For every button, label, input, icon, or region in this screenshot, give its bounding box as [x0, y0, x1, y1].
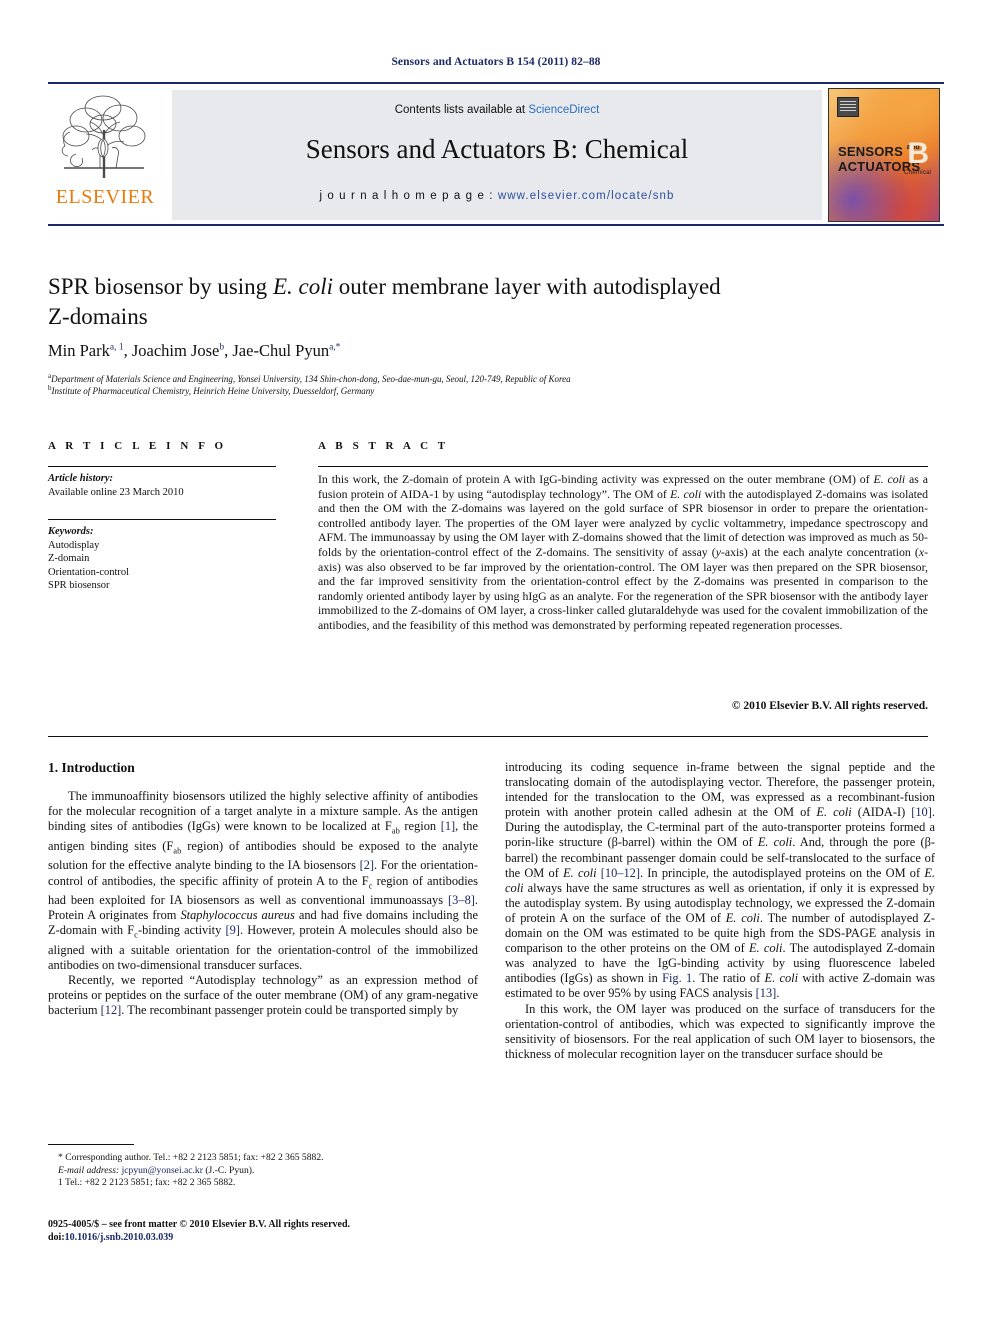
journal-masthead: ELSEVIER Contents lists available at Sci… [48, 82, 944, 226]
masthead-banner: Contents lists available at ScienceDirec… [172, 90, 822, 220]
copyright-line: © 2010 Elsevier B.V. All rights reserved… [731, 700, 928, 712]
imprint-block: 0925-4005/$ – see front matter © 2010 El… [48, 1218, 488, 1244]
cover-line1-text: SENSORS [838, 144, 903, 159]
author-list: Min Parka, 1, Joachim Joseb, Jae-Chul Py… [48, 341, 341, 360]
doi-link[interactable]: 10.1016/j.snb.2010.03.039 [65, 1232, 174, 1243]
title-line-2: Z-domains [48, 304, 148, 329]
author-2-sup: b [219, 342, 225, 353]
imprint-issn-line: 0925-4005/$ – see front matter © 2010 El… [48, 1219, 351, 1230]
running-head: Sensors and Actuators B 154 (2011) 82–88 [391, 56, 601, 68]
article-history-label: Article history: [48, 473, 114, 484]
author-3-sup: a,* [329, 342, 341, 353]
footnotes-block: * Corresponding author. Tel.: +82 2 2123… [48, 1152, 478, 1190]
body-column-left: 1. Introduction The immunoaffinity biose… [48, 760, 478, 1018]
email-label: E-mail address: [58, 1164, 120, 1176]
footnote-rule [48, 1144, 134, 1145]
cover-subtitle: Chemical [903, 169, 931, 176]
abstract-rule-top [318, 466, 928, 467]
page-title: SPR biosensor by using E. coli outer mem… [48, 272, 928, 332]
author-3-name: Jae-Chul Pyun [232, 341, 330, 360]
keyword-item: SPR biosensor [48, 580, 110, 591]
author-1-name: Min Park [48, 341, 110, 360]
email-link[interactable]: jcpyun@yonsei.ac.kr [122, 1165, 203, 1176]
doi-label: doi: [48, 1232, 65, 1243]
abstract-rule-bottom [48, 736, 928, 737]
affiliation-b-text: Institute of Pharmaceutical Chemistry, H… [51, 386, 375, 396]
homepage-url-link[interactable]: www.elsevier.com/locate/snb [498, 190, 675, 202]
author-2: Joachim Joseb [132, 341, 224, 360]
paper-page: Sensors and Actuators B 154 (2011) 82–88 [0, 0, 992, 1323]
contents-prefix: Contents lists available at [394, 104, 529, 116]
keyword-item: Autodisplay [48, 539, 100, 551]
elsevier-logo: ELSEVIER [52, 90, 156, 218]
email-note: E-mail address: jcpyun@yonsei.ac.kr (J.-… [48, 1165, 478, 1178]
sciencedirect-link[interactable]: ScienceDirect [528, 104, 599, 116]
affiliation-b: bInstitute of Pharmaceutical Chemistry, … [48, 382, 928, 397]
paragraph: In this work, the OM layer was produced … [505, 1001, 935, 1061]
journal-title: Sensors and Actuators B: Chemical [305, 134, 689, 164]
title-part-2: outer membrane layer with autodisplayed [332, 274, 721, 299]
keyword-item: Orientation-control [48, 566, 130, 578]
info-rule-mid [48, 519, 276, 520]
article-history-block: Article history: Available online 23 Mar… [48, 472, 288, 499]
email-suffix: (J.-C. Pyun). [205, 1164, 255, 1176]
keywords-label: Keywords: [48, 526, 94, 537]
elsevier-mark-icon [837, 97, 859, 117]
title-italic-species: E. coli [272, 274, 333, 299]
author-2-name: Joachim Jose [131, 341, 220, 360]
homepage-label: j o u r n a l h o m e p a g e : [319, 190, 494, 202]
author-1-sup: a, 1 [109, 342, 124, 353]
elsevier-tree-icon [61, 95, 146, 178]
body-column-right: introducing its coding sequence in-frame… [505, 760, 935, 1062]
author-3: Jae-Chul Pyuna,* [232, 341, 340, 360]
corresponding-author-note: * Corresponding author. Tel.: +82 2 2123… [58, 1152, 324, 1163]
keyword-item: Z-domain [48, 553, 90, 564]
article-info-heading: A R T I C L E I N F O [48, 440, 227, 452]
journal-cover-thumbnail: SENSORS and ACTUATORS B Chemical [828, 88, 940, 222]
contents-available-line: Contents lists available at ScienceDirec… [172, 104, 822, 116]
abstract-text: In this work, the Z-domain of protein A … [318, 472, 929, 632]
paragraph: Recently, we reported “Autodisplay techn… [48, 973, 478, 1018]
elsevier-wordmark: ELSEVIER [55, 186, 155, 208]
section-heading-introduction: 1. Introduction [48, 760, 135, 775]
abstract-heading: A B S T R A C T [318, 440, 449, 452]
keywords-block: Keywords: Autodisplay Z-domain Orientati… [48, 525, 288, 593]
article-history-value: Available online 23 March 2010 [48, 486, 184, 498]
journal-homepage-line: j o u r n a l h o m e p a g e : www.else… [172, 190, 822, 202]
title-part-1: SPR biosensor by using [48, 274, 273, 299]
paragraph: The immunoaffinity biosensors utilized t… [48, 789, 479, 972]
info-rule-top [48, 466, 276, 467]
cover-volume-letter: B [907, 137, 929, 170]
paragraph: introducing its coding sequence in-frame… [505, 760, 935, 1001]
footnote-1: 1 Tel.: +82 2 2123 5851; fax: +82 2 365 … [58, 1177, 236, 1189]
author-1: Min Parka, 1 [48, 341, 124, 360]
